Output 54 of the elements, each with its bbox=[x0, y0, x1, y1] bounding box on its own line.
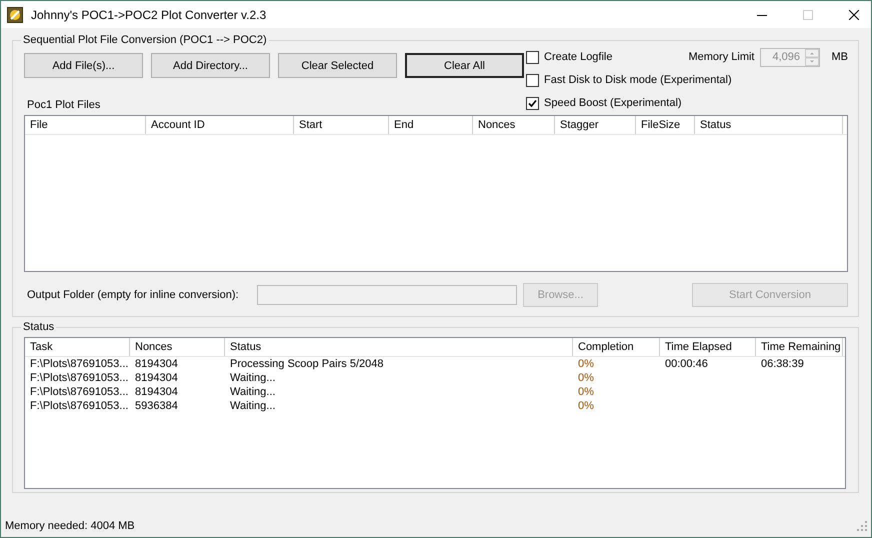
column-header[interactable]: File bbox=[25, 116, 146, 134]
action-button[interactable]: Clear Selected bbox=[278, 53, 397, 78]
close-icon[interactable] bbox=[849, 10, 859, 20]
table-cell: F:\Plots\87691053... bbox=[30, 400, 128, 412]
checkbox[interactable] bbox=[526, 96, 539, 110]
table-cell: Waiting... bbox=[230, 386, 276, 398]
files-label: Poc1 Plot Files bbox=[27, 99, 102, 111]
table-cell: F:\Plots\87691053... bbox=[30, 372, 128, 384]
memory-limit-label: Memory Limit bbox=[688, 51, 754, 63]
action-button[interactable]: Clear All bbox=[405, 53, 524, 78]
column-header[interactable]: Time Elapsed bbox=[660, 338, 756, 356]
table-cell: Processing Scoop Pairs 5/2048 bbox=[230, 358, 384, 370]
window-title: Johnny's POC1->POC2 Plot Converter v.2.3 bbox=[31, 8, 266, 22]
table-cell: 8194304 bbox=[135, 358, 178, 370]
table-cell: Waiting... bbox=[230, 372, 276, 384]
table-cell: 0% bbox=[578, 386, 594, 398]
checkbox[interactable] bbox=[526, 50, 539, 64]
checkbox-label: Speed Boost (Experimental) bbox=[544, 97, 682, 109]
status-text: Memory needed: 4004 MB bbox=[5, 520, 135, 532]
action-button[interactable]: Add File(s)... bbox=[24, 53, 143, 78]
table-cell: 00:00:46 bbox=[665, 358, 708, 370]
table-cell: 0% bbox=[578, 358, 594, 370]
files-list[interactable]: File Account ID Start End Nonces Stagger FileSize Status bbox=[24, 115, 848, 272]
column-header[interactable]: Status bbox=[695, 116, 843, 134]
column-header[interactable]: End bbox=[389, 116, 473, 134]
output-folder-label: Output Folder (empty for inline conversion): bbox=[27, 289, 240, 301]
checkbox-label: Create Logfile bbox=[544, 51, 612, 63]
table-cell: Waiting... bbox=[230, 400, 276, 412]
group-title: Sequential Plot File Conversion (POC1 --> POC2) bbox=[22, 34, 268, 46]
column-header[interactable]: Nonces bbox=[473, 116, 555, 134]
checkbox-label: Fast Disk to Disk mode (Experimental) bbox=[544, 74, 732, 86]
column-header[interactable]: Status bbox=[225, 338, 573, 356]
column-header[interactable]: Task bbox=[25, 338, 130, 356]
column-header[interactable]: Nonces bbox=[130, 338, 225, 356]
column-header[interactable]: Account ID bbox=[146, 116, 294, 134]
unit-label: MB bbox=[832, 51, 848, 63]
column-header[interactable]: Start bbox=[294, 116, 389, 134]
table-cell: 0% bbox=[578, 372, 594, 384]
column-header[interactable]: Stagger bbox=[555, 116, 636, 134]
app-icon bbox=[7, 6, 23, 22]
table-cell: 8194304 bbox=[135, 386, 178, 398]
table-cell: F:\Plots\87691053... bbox=[30, 386, 128, 398]
column-header[interactable]: FileSize bbox=[636, 116, 695, 134]
table-cell: 5936384 bbox=[135, 400, 178, 412]
table-cell: 8194304 bbox=[135, 372, 178, 384]
resize-grip-icon[interactable] bbox=[857, 521, 867, 531]
column-header[interactable]: Completion bbox=[573, 338, 660, 356]
table-cell: F:\Plots\87691053... bbox=[30, 358, 128, 370]
table-cell: 06:38:39 bbox=[761, 358, 804, 370]
group-title: Status bbox=[22, 321, 56, 333]
column-header[interactable]: Time Remaining bbox=[756, 338, 843, 356]
checkbox[interactable] bbox=[526, 74, 539, 86]
action-button[interactable]: Add Directory... bbox=[151, 53, 270, 78]
table-cell: 0% bbox=[578, 400, 594, 412]
